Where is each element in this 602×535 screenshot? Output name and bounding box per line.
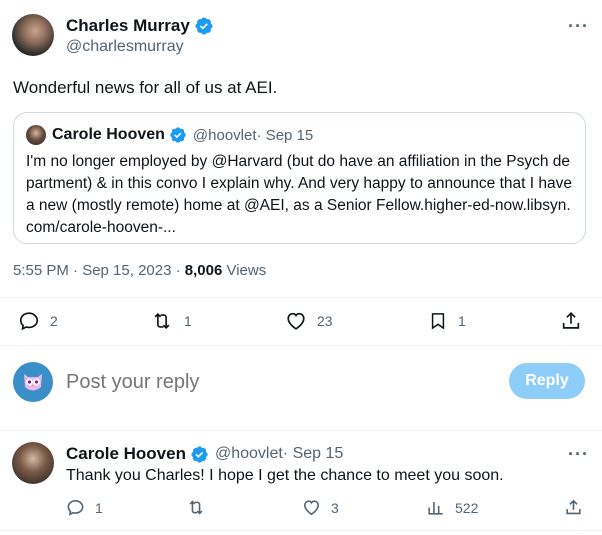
tweet-timestamp[interactable]: 5:55 PM · Sep 15, 2023 · [13,262,185,279]
author-name[interactable]: Charles Murray [66,16,190,36]
reply-share-button[interactable] [564,498,593,517]
more-options-icon[interactable]: ··· [568,16,589,37]
divider [0,345,602,346]
retweet-button[interactable]: 1 [150,310,192,332]
quote-text: I'm no longer employed by @Harvard (but … [26,153,572,236]
verified-badge-icon [195,17,213,35]
author-avatar[interactable] [12,14,54,56]
reply-icon [19,312,39,331]
reply-button[interactable]: 2 [18,310,58,332]
quoted-tweet[interactable]: Carole Hooven @hoovlet · Sep 15 I'm no l… [13,112,586,244]
divider [0,430,602,431]
reply-more-options-icon[interactable]: ··· [568,444,589,465]
reply-views-button[interactable]: 522 [426,498,478,517]
like-button[interactable]: 23 [285,310,333,332]
reply-text: Thank you Charles! I hope I get the chan… [66,467,504,484]
reply-author-handle[interactable]: @hoovlet [215,445,283,463]
reply-views-count: 522 [455,499,479,516]
reply-reply-button[interactable]: 1 [66,498,103,517]
bookmark-button[interactable]: 1 [428,310,466,332]
verified-badge-icon [170,127,186,143]
reply-like-button[interactable]: 3 [302,498,339,517]
reply-submit-button[interactable]: Reply [509,363,585,399]
reply-icon [67,499,84,516]
verified-badge-icon [191,445,208,463]
owl-icon [24,374,42,391]
heart-icon [287,312,305,330]
author-handle[interactable]: @charlesmurray [66,38,184,56]
reply-like-count: 3 [331,499,339,516]
retweet-count: 1 [184,313,192,329]
divider [0,530,602,531]
quote-author-name: Carole Hooven [52,126,165,143]
reply-retweet-button[interactable] [186,498,216,517]
views-count: 8,006 [184,262,223,279]
like-count: 23 [317,313,333,329]
share-icon [562,312,580,329]
share-button[interactable] [560,310,592,332]
reply-reply-count: 1 [95,499,103,516]
bookmark-icon [431,313,445,330]
retweet-icon [189,500,203,515]
views-label: Views [222,262,267,279]
heart-icon [303,500,320,516]
reply-author-name[interactable]: Carole Hooven [66,444,186,464]
views-chart-icon [428,501,443,515]
bookmark-count: 1 [458,313,466,329]
reply-input[interactable] [66,366,486,398]
quote-date: · Sep 15 [256,126,314,144]
divider [0,297,602,298]
reply-date[interactable]: · Sep 15 [283,445,343,463]
quote-author-avatar [26,125,46,145]
reply-author-avatar[interactable] [12,442,54,484]
quote-author-handle: @hoovlet [192,126,257,144]
share-icon [566,499,581,515]
tweet-text: Wonderful news for all of us at AEI. [13,78,278,97]
reply-count: 2 [50,313,58,329]
current-user-avatar[interactable] [13,362,53,402]
retweet-icon [154,312,170,330]
